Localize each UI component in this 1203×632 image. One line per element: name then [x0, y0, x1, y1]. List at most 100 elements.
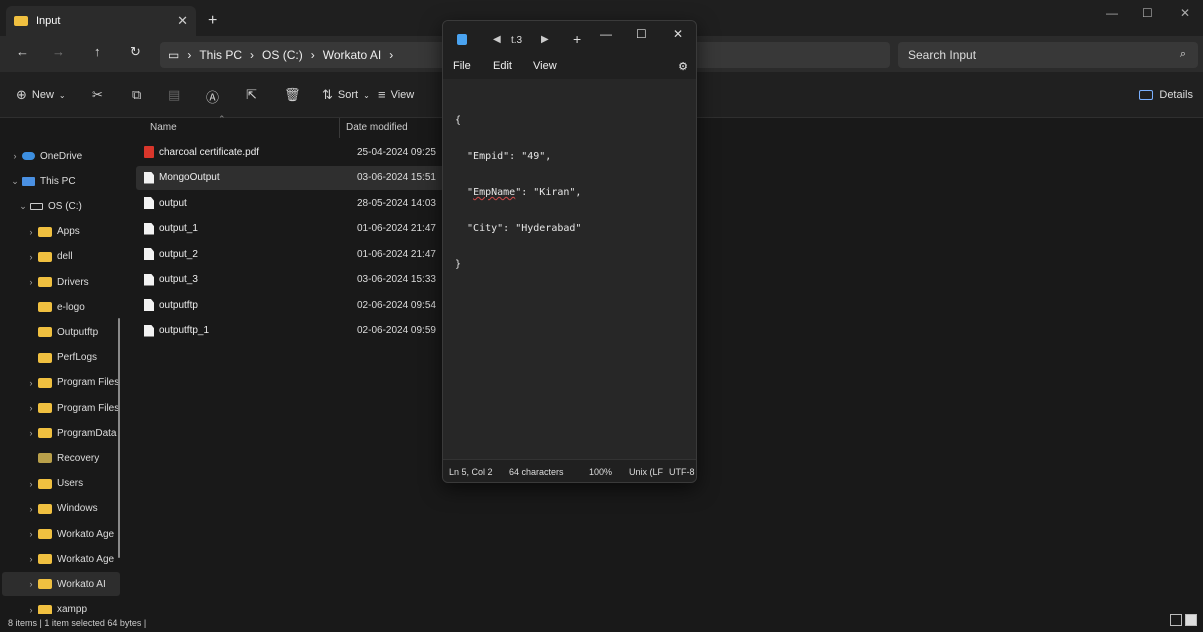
folder-icon: [14, 16, 28, 26]
chevron-right-icon[interactable]: ›: [24, 554, 38, 564]
view-button[interactable]: ≡ View: [378, 87, 414, 102]
breadcrumb-separator: ›: [250, 48, 255, 62]
sidebar-item[interactable]: › Workato AI: [2, 572, 120, 597]
sidebar-item[interactable]: › Workato Age: [2, 547, 120, 571]
sidebar-item[interactable]: ⌄ This PC: [2, 169, 120, 193]
file-date-modified: 02-06-2024 09:54: [357, 299, 436, 311]
file-name: output_1: [159, 223, 198, 234]
sidebar-item[interactable]: › dell: [2, 245, 120, 269]
notepad-tab-title[interactable]: t.3: [511, 35, 522, 46]
zoom-level[interactable]: 100%: [589, 467, 612, 477]
sort-button[interactable]: ⇅ Sort ⌄: [322, 87, 370, 103]
cut-button[interactable]: ✂: [92, 87, 103, 103]
back-button[interactable]: ←: [16, 44, 29, 59]
rename-icon: Ⓐ: [206, 90, 220, 105]
line-ending[interactable]: Unix (LF): [629, 467, 663, 477]
file-name: charcoal certificate.pdf: [159, 146, 260, 158]
new-tab-button[interactable]: +: [208, 12, 217, 30]
breadcrumb-separator: ›: [187, 48, 192, 62]
sidebar-item[interactable]: › ProgramData: [2, 421, 120, 445]
sidebar-item[interactable]: › Program Files: [2, 396, 120, 420]
chevron-right-icon[interactable]: ›: [24, 504, 38, 514]
share-button[interactable]: ⇱: [246, 87, 257, 103]
file-row[interactable]: outputftp 02-06-2024 09:54: [136, 293, 446, 317]
file-row[interactable]: output 28-05-2024 14:03: [136, 191, 446, 215]
minimize-button[interactable]: —: [1106, 6, 1118, 20]
paste-button[interactable]: ▤: [168, 87, 180, 103]
file-name: outputftp_1: [159, 325, 210, 336]
close-window-button[interactable]: ✕: [1180, 6, 1190, 20]
chevron-right-icon[interactable]: ›: [24, 252, 38, 262]
sidebar-item[interactable]: Outputftp: [2, 320, 120, 344]
minimize-button[interactable]: —: [600, 27, 612, 41]
search-input[interactable]: Search Input ⌕: [898, 42, 1198, 68]
chevron-right-icon[interactable]: ›: [24, 479, 38, 489]
file-row[interactable]: charcoal certificate.pdf 25-04-2024 09:25: [136, 140, 446, 164]
details-button[interactable]: Details: [1139, 89, 1193, 101]
notepad-text-area[interactable]: { "Empid": "49", "EmpName": "Kiran", "Ci…: [443, 79, 696, 454]
chevron-right-icon[interactable]: ›: [24, 605, 38, 614]
up-button[interactable]: ↑: [94, 44, 101, 59]
tab-scroll-left-icon[interactable]: ◀: [493, 34, 501, 45]
sidebar-item[interactable]: › Program Files: [2, 371, 120, 395]
file-row[interactable]: outputftp_1 02-06-2024 09:59: [136, 319, 446, 343]
file-row[interactable]: MongoOutput 03-06-2024 15:51: [136, 165, 446, 190]
refresh-button[interactable]: ↻: [130, 44, 141, 60]
chevron-down-icon[interactable]: ⌄: [8, 176, 22, 187]
chevron-right-icon[interactable]: ›: [24, 378, 38, 388]
chevron-right-icon[interactable]: ›: [24, 529, 38, 539]
sidebar-item[interactable]: › Windows: [2, 497, 120, 521]
encoding[interactable]: UTF-8: [669, 467, 695, 477]
sidebar-item[interactable]: Recovery: [2, 446, 120, 470]
chevron-right-icon[interactable]: ›: [24, 579, 38, 589]
rename-button[interactable]: Ⓐ: [206, 87, 219, 106]
sidebar-item[interactable]: › Users: [2, 472, 120, 496]
tab-scroll-right-icon[interactable]: ▶: [541, 34, 549, 45]
forward-button[interactable]: →: [52, 44, 65, 59]
copy-button[interactable]: ⧉: [132, 87, 141, 103]
explorer-tab[interactable]: Input ✕: [6, 6, 196, 36]
new-tab-button[interactable]: +: [573, 31, 581, 47]
breadcrumb-workato-ai[interactable]: Workato AI: [323, 48, 381, 62]
sidebar-item[interactable]: › Apps: [2, 220, 120, 244]
sidebar-item[interactable]: › OneDrive: [2, 144, 120, 168]
menu-edit[interactable]: Edit: [493, 60, 512, 72]
tiles-view-button[interactable]: [1185, 614, 1197, 626]
close-button[interactable]: ✕: [673, 27, 683, 41]
maximize-button[interactable]: ☐: [636, 27, 647, 41]
breadcrumb-this-pc[interactable]: This PC: [199, 48, 242, 62]
menu-view[interactable]: View: [533, 60, 557, 72]
delete-button[interactable]: 🗑: [284, 87, 301, 103]
chevron-right-icon[interactable]: ›: [24, 428, 38, 438]
maximize-button[interactable]: ☐: [1142, 6, 1153, 20]
close-tab-icon[interactable]: ✕: [177, 13, 188, 29]
column-header-name[interactable]: Name: [150, 122, 177, 133]
monitor-icon: ▭: [168, 48, 180, 62]
breadcrumb-os-c[interactable]: OS (C:): [262, 48, 303, 62]
column-header-date-modified[interactable]: Date modified: [346, 122, 408, 133]
chevron-down-icon[interactable]: ⌄: [16, 201, 30, 212]
chevron-down-icon: ⌄: [58, 90, 66, 100]
sidebar-item[interactable]: › Workato Age: [2, 522, 120, 546]
details-view-button[interactable]: [1170, 614, 1182, 626]
sidebar-scrollbar[interactable]: [118, 318, 120, 558]
sidebar-item[interactable]: › Drivers: [2, 270, 120, 294]
file-row[interactable]: output_2 01-06-2024 21:47: [136, 242, 446, 266]
chevron-right-icon[interactable]: ›: [24, 403, 38, 413]
sidebar-item[interactable]: › xampp: [2, 598, 120, 614]
file-date-modified: 01-06-2024 21:47: [357, 248, 436, 260]
menu-file[interactable]: File: [453, 60, 471, 72]
new-button[interactable]: ⊕ New ⌄: [16, 87, 66, 103]
chevron-right-icon[interactable]: ›: [8, 151, 22, 161]
chevron-right-icon[interactable]: ›: [24, 277, 38, 287]
file-row[interactable]: output_3 03-06-2024 15:33: [136, 268, 446, 292]
sidebar-item-label: OneDrive: [40, 150, 83, 162]
column-divider[interactable]: [339, 118, 340, 138]
settings-gear-icon[interactable]: ⚙: [678, 60, 688, 73]
sidebar-item[interactable]: PerfLogs: [2, 346, 120, 370]
sidebar-item[interactable]: e-logo: [2, 295, 120, 319]
sidebar-item[interactable]: ⌄ OS (C:): [2, 194, 120, 218]
file-row[interactable]: output_1 01-06-2024 21:47: [136, 217, 446, 241]
notepad-window: ◀ t.3 ▶ + — ☐ ✕ File Edit View ⚙ { "Empi…: [442, 20, 697, 483]
chevron-right-icon[interactable]: ›: [24, 227, 38, 237]
